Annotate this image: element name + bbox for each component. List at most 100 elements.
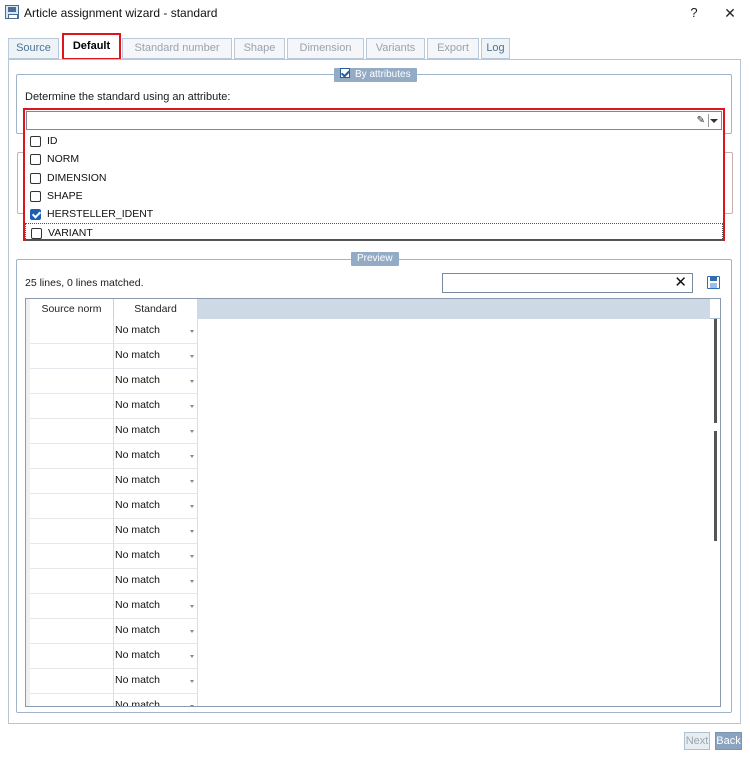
option-hersteller-ident[interactable]: HERSTELLER_IDENT	[25, 205, 723, 223]
clear-icon[interactable]: ✕	[674, 274, 687, 292]
source-norm-cell[interactable]	[30, 619, 114, 644]
source-norm-cell[interactable]	[30, 544, 114, 569]
by-attributes-checkbox[interactable]	[340, 68, 350, 78]
scrollbar-track-segment[interactable]	[714, 431, 717, 541]
table-row[interactable]: No match	[30, 644, 198, 669]
preview-filter-input[interactable]: ✕	[442, 273, 693, 293]
source-norm-cell[interactable]	[30, 444, 114, 469]
table-row[interactable]: No match	[30, 544, 198, 569]
checkbox-variant[interactable]	[31, 228, 42, 240]
scrollbar-thumb[interactable]	[714, 319, 717, 423]
chevron-down-icon[interactable]	[190, 630, 194, 633]
standard-select[interactable]: No match	[114, 369, 198, 394]
standard-select[interactable]: No match	[114, 319, 198, 344]
option-shape[interactable]: SHAPE	[25, 187, 723, 205]
pencil-icon[interactable]: ✎	[697, 115, 705, 126]
option-variant[interactable]: VARIANT	[25, 223, 723, 242]
table-row[interactable]: No match	[30, 369, 198, 394]
chevron-down-icon[interactable]	[190, 380, 194, 383]
tab-export[interactable]: Export	[427, 38, 479, 59]
table-row[interactable]: No match	[30, 569, 198, 594]
chevron-down-icon[interactable]	[190, 430, 194, 433]
standard-select[interactable]: No match	[114, 519, 198, 544]
vertical-scrollbar[interactable]	[712, 319, 720, 706]
tab-variants[interactable]: Variants	[366, 38, 425, 59]
source-norm-cell[interactable]	[30, 694, 114, 706]
table-row[interactable]: No match	[30, 394, 198, 419]
chevron-down-icon[interactable]	[190, 480, 194, 483]
source-norm-cell[interactable]	[30, 369, 114, 394]
standard-select[interactable]: No match	[114, 569, 198, 594]
standard-select[interactable]: No match	[114, 419, 198, 444]
next-button[interactable]: Next	[684, 732, 710, 750]
checkbox-shape[interactable]	[30, 190, 41, 202]
tab-log[interactable]: Log	[481, 38, 510, 59]
standard-select[interactable]: No match	[114, 494, 198, 519]
standard-select[interactable]: No match	[114, 469, 198, 494]
standard-select[interactable]: No match	[114, 344, 198, 369]
source-norm-cell[interactable]	[30, 494, 114, 519]
chevron-down-icon[interactable]	[190, 505, 194, 508]
table-row[interactable]: No match	[30, 519, 198, 544]
by-attributes-toggle[interactable]: By attributes	[334, 68, 417, 82]
chevron-down-icon[interactable]	[190, 680, 194, 683]
chevron-down-icon[interactable]	[190, 580, 194, 583]
table-row[interactable]: No match	[30, 594, 198, 619]
table-row[interactable]: No match	[30, 444, 198, 469]
source-norm-cell[interactable]	[30, 519, 114, 544]
chevron-down-icon[interactable]	[190, 605, 194, 608]
table-row[interactable]: No match	[30, 419, 198, 444]
attribute-combo[interactable]: ✎	[26, 111, 722, 130]
save-icon[interactable]	[707, 276, 720, 289]
chevron-down-icon[interactable]	[190, 355, 194, 358]
table-row[interactable]: No match	[30, 619, 198, 644]
back-button[interactable]: Back	[715, 732, 742, 750]
chevron-down-icon[interactable]	[190, 705, 194, 706]
table-row[interactable]: No match	[30, 669, 198, 694]
standard-select[interactable]: No match	[114, 644, 198, 669]
source-norm-cell[interactable]	[30, 469, 114, 494]
checkbox-norm[interactable]	[30, 154, 41, 166]
standard-select[interactable]: No match	[114, 669, 198, 694]
standard-select[interactable]: No match	[114, 544, 198, 569]
table-row[interactable]: No match	[30, 694, 198, 706]
source-norm-cell[interactable]	[30, 419, 114, 444]
checkbox-dimension[interactable]	[30, 172, 41, 184]
source-norm-cell[interactable]	[30, 569, 114, 594]
source-norm-cell[interactable]	[30, 644, 114, 669]
checkbox-id[interactable]	[30, 136, 41, 147]
chevron-down-icon[interactable]	[190, 455, 194, 458]
source-norm-cell[interactable]	[30, 594, 114, 619]
tab-standard-number[interactable]: Standard number	[122, 38, 232, 59]
chevron-down-icon[interactable]	[190, 405, 194, 408]
tab-source[interactable]: Source	[8, 38, 59, 59]
standard-select[interactable]: No match	[114, 394, 198, 419]
checkbox-hersteller-ident[interactable]	[30, 209, 41, 221]
option-dimension[interactable]: DIMENSION	[25, 169, 723, 187]
tab-default[interactable]: Default	[62, 33, 121, 60]
source-norm-cell[interactable]	[30, 394, 114, 419]
table-row[interactable]: No match	[30, 319, 198, 344]
chevron-down-icon[interactable]	[190, 655, 194, 658]
standard-select[interactable]: No match	[114, 594, 198, 619]
source-norm-cell[interactable]	[30, 344, 114, 369]
tab-shape[interactable]: Shape	[234, 38, 285, 59]
tab-dimension[interactable]: Dimension	[287, 38, 364, 59]
help-button[interactable]: ?	[684, 3, 704, 23]
table-row[interactable]: No match	[30, 494, 198, 519]
chevron-down-icon[interactable]	[190, 330, 194, 333]
chevron-down-icon[interactable]	[710, 119, 718, 123]
standard-select[interactable]: No match	[114, 444, 198, 469]
source-norm-cell[interactable]	[30, 319, 114, 344]
chevron-down-icon[interactable]	[190, 530, 194, 533]
table-row[interactable]: No match	[30, 344, 198, 369]
standard-select[interactable]: No match	[114, 619, 198, 644]
column-header-standard[interactable]: Standard	[114, 299, 198, 319]
chevron-down-icon[interactable]	[190, 555, 194, 558]
source-norm-cell[interactable]	[30, 669, 114, 694]
close-button[interactable]: ✕	[718, 3, 742, 23]
table-row[interactable]: No match	[30, 469, 198, 494]
column-header-source-norm[interactable]: Source norm	[30, 299, 114, 319]
standard-select[interactable]: No match	[114, 694, 198, 706]
option-id[interactable]: ID	[25, 132, 723, 150]
